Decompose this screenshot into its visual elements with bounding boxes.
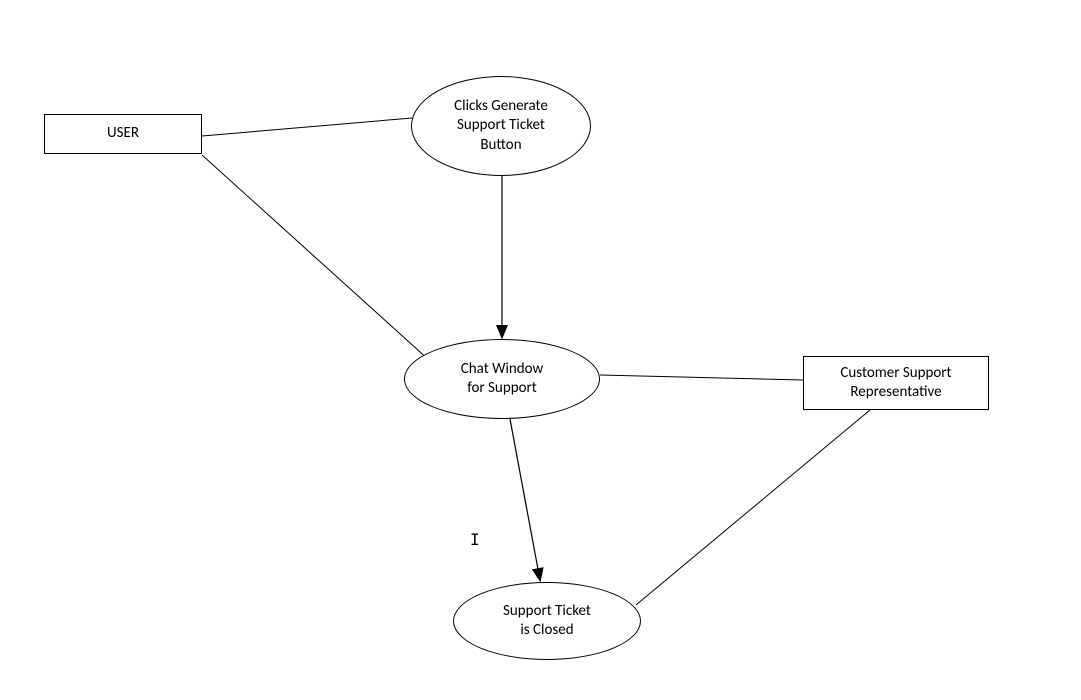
edge-user-chat xyxy=(202,155,440,370)
edge-chat-closed xyxy=(510,419,540,580)
node-csr: Customer Support Representative xyxy=(803,356,989,410)
node-clicks-generate-l2: Support Ticket xyxy=(454,116,548,136)
node-csr-l1: Customer Support xyxy=(840,364,951,384)
text-cursor-icon: I xyxy=(470,530,480,549)
node-clicks-generate-l3: Button xyxy=(454,136,548,156)
node-ticket-closed: Support Ticket is Closed xyxy=(453,582,641,660)
node-user: USER xyxy=(44,114,202,154)
node-chat-window: Chat Window for Support xyxy=(404,339,600,419)
node-clicks-generate: Clicks Generate Support Ticket Button xyxy=(411,76,591,176)
node-chat-window-l1: Chat Window xyxy=(461,360,543,380)
node-ticket-closed-l2: is Closed xyxy=(503,621,591,641)
node-user-label: USER xyxy=(107,124,139,144)
edge-chat-csr xyxy=(600,375,803,380)
node-chat-window-l2: for Support xyxy=(461,379,543,399)
node-csr-l2: Representative xyxy=(840,383,951,403)
node-clicks-generate-l1: Clicks Generate xyxy=(454,97,548,117)
edge-csr-closed xyxy=(636,410,870,605)
edge-user-clicks xyxy=(202,118,412,136)
node-ticket-closed-l1: Support Ticket xyxy=(503,602,591,622)
